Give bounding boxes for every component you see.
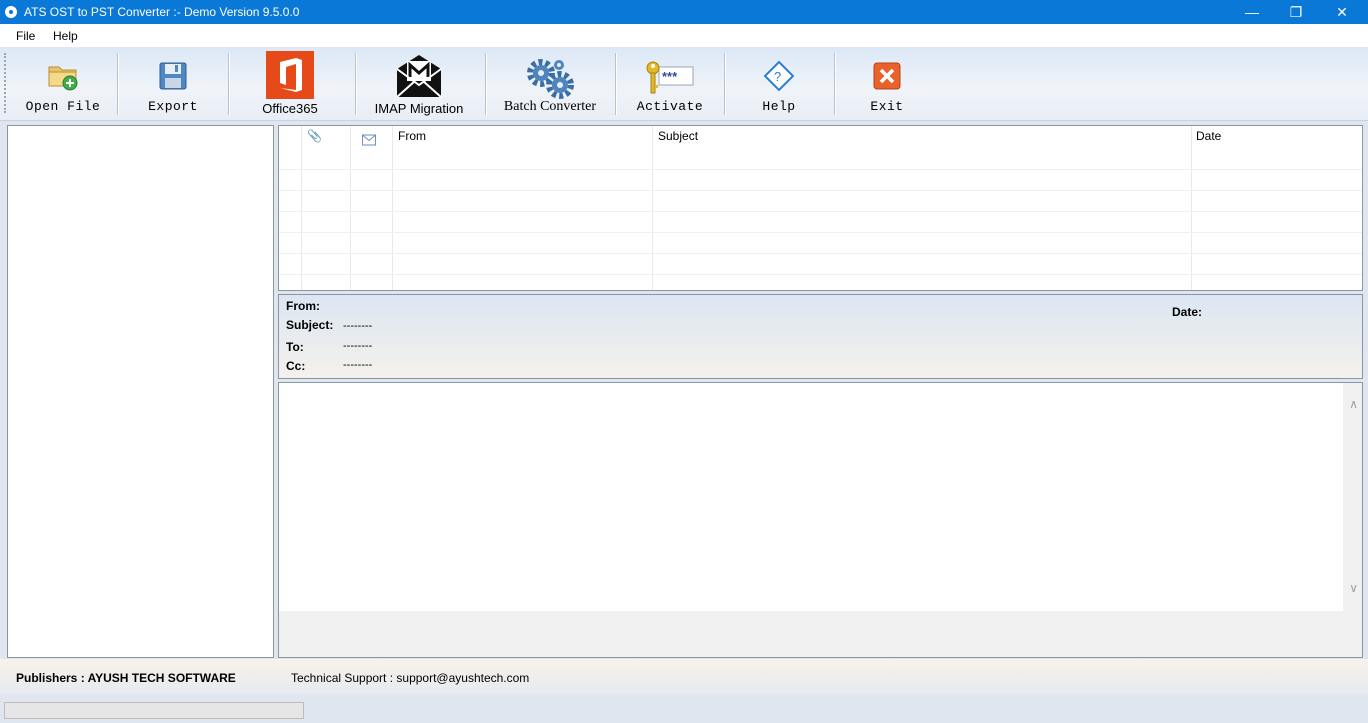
row-divider [279, 211, 1362, 212]
app-icon [5, 6, 17, 18]
message-header-pane: From: Subject: -------- To: -------- Cc:… [278, 294, 1363, 379]
folder-tree-pane[interactable] [7, 125, 274, 658]
exit-x-icon [873, 62, 901, 90]
support-text: Technical Support : support@ayushtech.co… [291, 671, 530, 685]
scroll-down-icon[interactable]: ∨ [1349, 581, 1358, 595]
subject-label: Subject: [286, 318, 334, 332]
message-body[interactable] [279, 383, 1343, 611]
exit-label: Exit [870, 99, 904, 114]
gears-icon [527, 59, 574, 99]
office365-icon [266, 51, 314, 99]
toolbar-separator [834, 53, 835, 115]
restore-button[interactable]: ❐ [1273, 0, 1319, 24]
key-password-icon: *** [646, 61, 694, 94]
office365-label: Office365 [262, 101, 318, 116]
to-label: To: [286, 340, 304, 354]
svg-text:***: *** [662, 69, 678, 84]
help-button[interactable]: ? Help [733, 51, 825, 117]
activate-label: Activate [636, 99, 704, 114]
mail-list[interactable]: 📎 From Subject Date [278, 125, 1363, 291]
office365-button[interactable]: Office365 [240, 51, 340, 117]
column-divider [652, 126, 653, 290]
column-header-date[interactable]: Date [1196, 126, 1221, 148]
scroll-up-icon[interactable]: ∧ [1349, 397, 1358, 411]
date-label: Date: [1172, 305, 1203, 319]
close-button[interactable]: ✕ [1319, 0, 1365, 24]
svg-text:?: ? [774, 69, 781, 84]
cc-label: Cc: [286, 359, 306, 373]
column-divider [301, 126, 302, 290]
subject-value: -------- [343, 320, 373, 332]
row-divider [279, 253, 1362, 254]
imap-migration-button[interactable]: IMAP Migration [366, 51, 472, 117]
toolbar-separator [485, 53, 486, 115]
menu-bar: File Help [0, 24, 1368, 47]
batch-converter-label: Batch Converter [503, 99, 597, 114]
progress-bar [4, 702, 304, 719]
column-divider [392, 126, 393, 290]
toolbar-separator [355, 53, 356, 115]
to-value: -------- [343, 340, 373, 352]
export-button[interactable]: Export [126, 51, 220, 117]
toolbar-grip [4, 53, 8, 113]
toolbar-separator [615, 53, 616, 115]
toolbar-separator [724, 53, 725, 115]
column-divider [1191, 126, 1192, 290]
menu-help[interactable]: Help [53, 29, 78, 43]
title-bar: ATS OST to PST Converter :- Demo Version… [0, 0, 1368, 24]
minimize-button[interactable]: — [1229, 0, 1275, 24]
column-header-subject[interactable]: Subject [658, 126, 698, 148]
envelope-m-icon [396, 55, 442, 98]
open-file-button[interactable]: Open File [16, 51, 110, 117]
message-body-pane[interactable]: ∧ ∨ [278, 382, 1363, 658]
activate-button[interactable]: *** Activate [624, 51, 716, 117]
envelope-column-icon[interactable] [362, 129, 376, 151]
toolbar-separator [228, 53, 229, 115]
row-divider [279, 232, 1362, 233]
row-divider [279, 274, 1362, 275]
help-label: Help [762, 99, 796, 114]
toolbar-separator [117, 53, 118, 115]
column-divider [350, 126, 351, 290]
toolbar: Open File Export Office365 IMAP Migratio… [0, 47, 1368, 121]
batch-converter-button[interactable]: Batch Converter [494, 51, 606, 117]
export-label: Export [148, 99, 198, 114]
window-title: ATS OST to PST Converter :- Demo Version… [24, 5, 300, 19]
imap-migration-label: IMAP Migration [374, 101, 464, 116]
exit-button[interactable]: Exit [842, 51, 932, 117]
open-folder-icon [48, 66, 78, 91]
cc-value: -------- [343, 359, 373, 371]
from-label: From: [286, 299, 320, 313]
attachment-column-icon[interactable]: 📎 [307, 126, 322, 148]
help-diamond-icon: ? [764, 61, 794, 91]
row-divider [279, 190, 1362, 191]
row-divider [279, 169, 1362, 170]
publisher-text: Publishers : AYUSH TECH SOFTWARE [16, 671, 236, 685]
status-bar: Publishers : AYUSH TECH SOFTWARE Technic… [0, 659, 1368, 695]
menu-file[interactable]: File [16, 29, 35, 43]
floppy-disk-icon [159, 62, 187, 90]
open-file-label: Open File [25, 99, 101, 114]
column-header-from[interactable]: From [398, 126, 426, 148]
